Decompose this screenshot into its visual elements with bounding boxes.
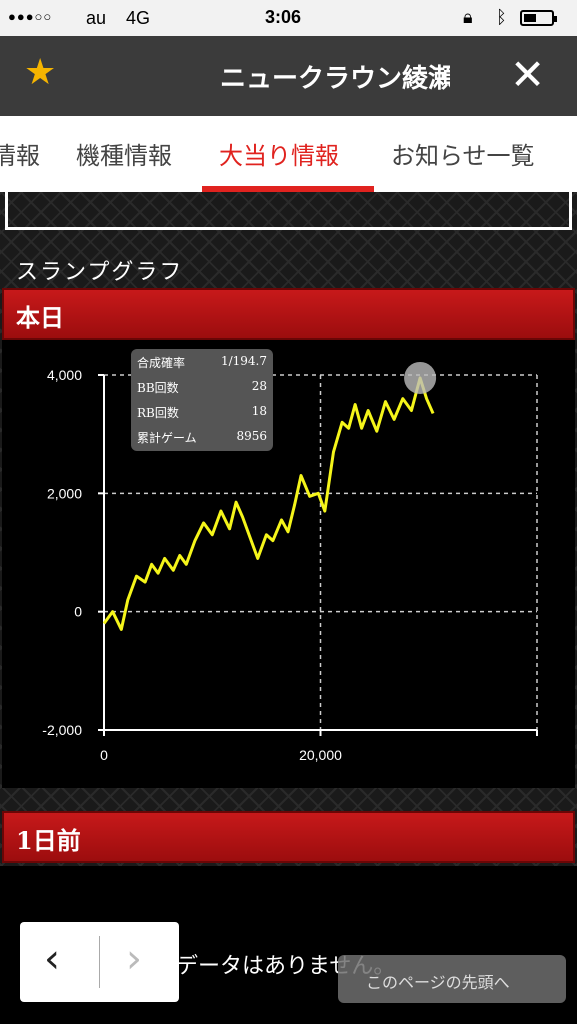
y-tick-label: 2,000 [47,485,82,501]
tooltip-label: 合成確率 [137,356,186,370]
battery-icon [520,10,557,26]
tooltip-row: 累計ゲーム 8956 [137,429,267,446]
tooltip-value: 1/194.7 [220,354,267,368]
tab-jackpot-info[interactable]: 大当り情報 [219,136,339,171]
nav-divider [99,936,100,988]
tooltip-row: 合成確率 1/194.7 [137,354,267,371]
tab-bar: 情報 機種情報 大当り情報 お知らせ一覧 [0,116,577,192]
top-panel [5,192,572,230]
tooltip-value: 28 [251,379,267,393]
previous-day-header: 1日前 [2,811,575,863]
chart-tooltip: 合成確率 1/194.7 BB回数 28 RB回数 18 累計ゲーム 8956 [131,349,273,451]
y-tick-label: -2,000 [42,722,82,738]
clock: 3:06 [265,7,302,27]
back-to-top-button[interactable]: このページの先頭へ [338,955,566,1003]
status-bar: ●●●○○ au 4G 3:06 🔒︎ ᛒ [0,0,577,36]
page-title: ニュークラウン綾瀬 [220,64,450,94]
rotation-lock-icon: 🔒︎ [463,7,473,27]
slump-graph: 4,000 2,000 0 -2,000 0 20,000 [2,340,575,788]
bluetooth-icon: ᛒ [496,7,507,27]
close-icon[interactable]: ✕ [510,50,545,99]
y-tick-label: 4,000 [47,367,82,383]
chevron-right-icon[interactable]: › [126,936,142,982]
star-icon[interactable]: ★ [24,52,56,93]
app-header: ★ ニュークラウン綾瀬 ✕ [0,36,577,116]
x-tick-label: 0 [100,747,108,763]
carrier-label: au [86,8,107,28]
page-nav: ‹ › [20,922,179,1002]
tab-notices[interactable]: お知らせ一覧 [391,136,535,171]
hover-marker [404,361,437,394]
back-to-top-label: このページの先頭へ [366,973,510,992]
x-tick-label: 20,000 [299,747,342,763]
network-type: 4G [126,8,151,28]
tab-machine-info[interactable]: 機種情報 [76,136,172,171]
tooltip-label: BB回数 [137,381,179,395]
chevron-left-icon[interactable]: ‹ [44,936,60,982]
tab-info[interactable]: 情報 [0,136,40,171]
today-header: 本日 [2,288,575,340]
section-label: スランプグラフ [16,260,184,285]
y-tick-label: 0 [74,604,82,620]
tooltip-value: 18 [251,404,267,418]
tooltip-value: 8956 [236,429,267,443]
tooltip-row: BB回数 28 [137,379,267,396]
tooltip-label: RB回数 [137,406,179,420]
signal-strength-icon: ●●●○○ [8,9,53,24]
tooltip-label: 累計ゲーム [137,431,197,445]
tooltip-row: RB回数 18 [137,404,267,421]
chart-svg: 4,000 2,000 0 -2,000 0 20,000 [42,361,538,763]
